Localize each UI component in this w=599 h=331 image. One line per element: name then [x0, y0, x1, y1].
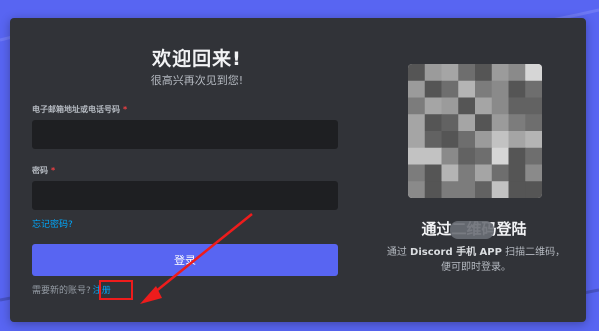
qr-mosaic-cell — [424, 80, 442, 98]
qr-mosaic-cell — [408, 97, 426, 115]
qr-mosaic-cell — [441, 97, 459, 115]
qr-mosaic-cell — [424, 64, 442, 82]
qr-mosaic-cell — [508, 147, 526, 165]
qr-mosaic-cell — [441, 80, 459, 98]
qr-mosaic-cell — [458, 131, 476, 149]
qr-mosaic-cell — [491, 114, 509, 132]
annotation-arrow-icon — [140, 213, 253, 304]
qr-mosaic-cell — [458, 114, 476, 132]
qr-mosaic-cell — [424, 131, 442, 149]
qr-mosaic-cell — [525, 97, 542, 115]
qr-mosaic-cell — [508, 114, 526, 132]
qr-mosaic-cell — [408, 181, 426, 198]
login-card: 欢迎回来! 很高兴再次见到您! 电子邮箱地址或电话号码 * 密码 * 忘记密码? 登… — [10, 18, 586, 322]
qr-mosaic-cell — [475, 147, 493, 165]
qr-mosaic-cell — [475, 164, 493, 182]
qr-mosaic-cell — [491, 131, 509, 149]
qr-mosaic-cell — [475, 97, 493, 115]
qr-mosaic-cell — [408, 114, 426, 132]
qr-mosaic-cell — [475, 114, 493, 132]
email-label-text: 电子邮箱地址或电话号码 — [32, 105, 120, 114]
need-account-text: 需要新的账号? — [32, 286, 91, 296]
qr-code — [408, 64, 542, 198]
qr-mosaic-cell — [525, 181, 542, 198]
qr-code-icon — [408, 64, 542, 198]
qr-mosaic-cell — [424, 147, 442, 165]
redaction-blur — [450, 221, 494, 239]
qr-mosaic-cell — [458, 80, 476, 98]
page-title: 欢迎回来! — [152, 48, 242, 70]
qr-mosaic-cell — [441, 64, 459, 82]
qr-mosaic-cell — [491, 97, 509, 115]
qr-mosaic-cell — [441, 147, 459, 165]
qr-mosaic-cell — [475, 64, 493, 82]
qr-mosaic-cell — [491, 64, 509, 82]
qr-mosaic-cell — [408, 131, 426, 149]
qr-mosaic-cell — [508, 64, 526, 82]
qr-mosaic-cell — [525, 147, 542, 165]
qr-mosaic-cell — [508, 131, 526, 149]
qr-mosaic-cell — [508, 97, 526, 115]
qr-mosaic-cell — [458, 164, 476, 182]
required-mark: * — [123, 105, 128, 114]
qr-mosaic-cell — [475, 80, 493, 98]
qr-mosaic-cell — [441, 131, 459, 149]
qr-mosaic-cell — [424, 181, 442, 198]
qr-mosaic-cell — [508, 164, 526, 182]
qr-mosaic-cell — [508, 80, 526, 98]
qr-mosaic-cell — [508, 181, 526, 198]
qr-mosaic-cell — [491, 147, 509, 165]
qr-mosaic-cell — [458, 97, 476, 115]
qr-mosaic-cell — [525, 64, 542, 82]
qr-mosaic-cell — [408, 64, 426, 82]
qr-mosaic-cell — [458, 64, 476, 82]
qr-desc-app: Discord 手机 APP — [410, 247, 502, 258]
qr-mosaic-cell — [408, 80, 426, 98]
page-subtitle: 很高兴再次见到您! — [150, 74, 244, 87]
qr-mosaic-cell — [441, 181, 459, 198]
qr-mosaic-cell — [408, 147, 426, 165]
qr-mosaic-cell — [491, 181, 509, 198]
qr-mosaic-cell — [441, 164, 459, 182]
password-label: 密码 * — [32, 165, 55, 176]
qr-mosaic-cell — [491, 164, 509, 182]
qr-mosaic-cell — [441, 114, 459, 132]
email-field[interactable] — [32, 120, 338, 149]
password-label-text: 密码 — [32, 166, 48, 175]
qr-mosaic-cell — [424, 114, 442, 132]
required-mark: * — [51, 166, 56, 175]
qr-mosaic-cell — [525, 80, 542, 98]
qr-mosaic-cell — [408, 164, 426, 182]
forgot-password-link[interactable]: 忘记密码? — [32, 217, 73, 230]
qr-mosaic-cell — [475, 131, 493, 149]
email-label: 电子邮箱地址或电话号码 * — [32, 104, 127, 115]
qr-mosaic-cell — [491, 80, 509, 98]
qr-mosaic-cell — [525, 114, 542, 132]
qr-mosaic-cell — [458, 181, 476, 198]
qr-description: 通过 Discord 手机 APP 扫描二维码，便可即时登录。 — [386, 245, 566, 275]
qr-mosaic-cell — [475, 181, 493, 198]
qr-mosaic-cell — [424, 164, 442, 182]
qr-mosaic-cell — [525, 131, 542, 149]
qr-mosaic-cell — [525, 164, 542, 182]
password-field[interactable] — [32, 181, 338, 210]
qr-mosaic-cell — [424, 97, 442, 115]
qr-mosaic-cell — [458, 147, 476, 165]
qr-desc-prefix: 通过 — [386, 247, 407, 258]
